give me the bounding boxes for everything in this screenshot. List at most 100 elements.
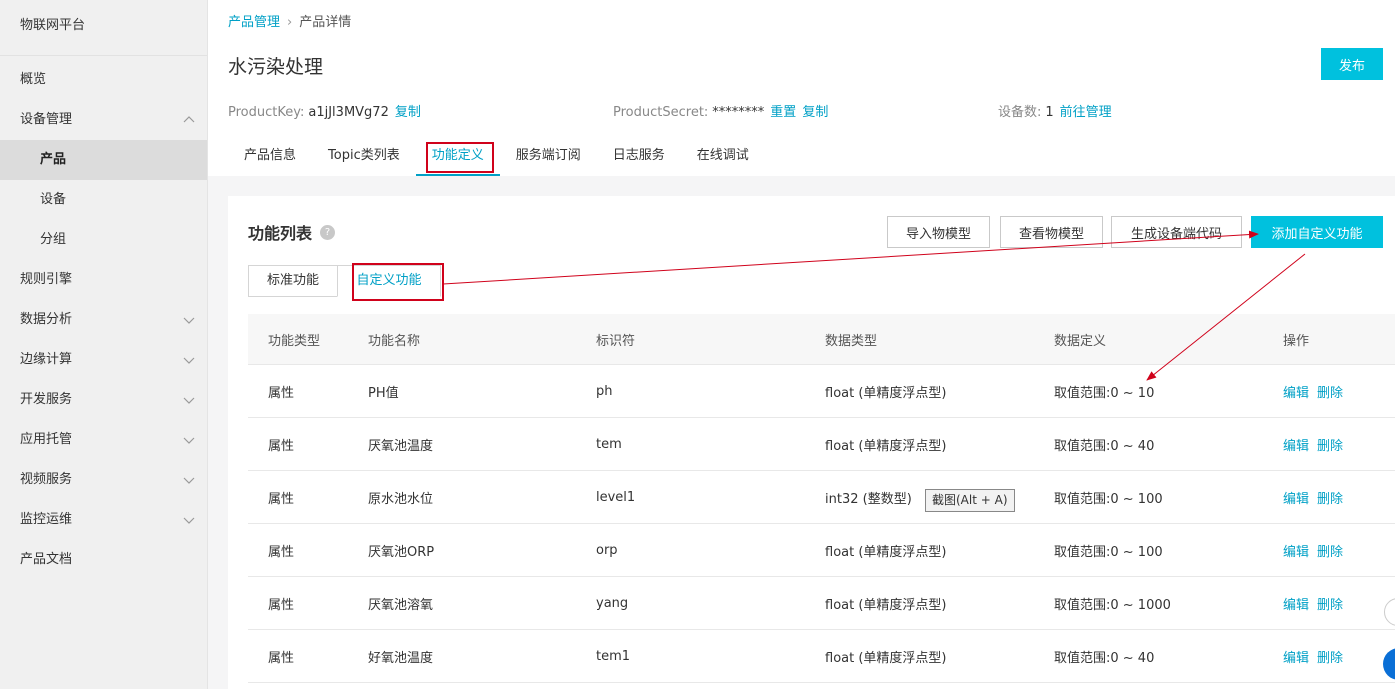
data-definition-cell: 取值范围:0 ~ 10 — [1054, 385, 1155, 401]
data-type-cell: float (单精度浮点型) — [825, 544, 947, 560]
product-key-value: a1jJl3MVg72 — [308, 105, 389, 120]
device-count-value: 1 — [1045, 105, 1054, 120]
product-secret-value: ******** — [712, 105, 765, 120]
edit-link[interactable]: 编辑 — [1283, 382, 1309, 401]
data-definition-cell: 取值范围:0 ~ 1000 — [1054, 597, 1171, 613]
sidebar-item-product[interactable]: 产品 — [0, 140, 207, 180]
actions-cell: 编辑 删除 — [1283, 630, 1351, 682]
publish-button[interactable]: 发布 — [1321, 48, 1383, 80]
feature-table: 功能类型 功能名称 标识符 数据类型 数据定义 操作 属性 PH值 ph flo… — [248, 314, 1395, 683]
generate-code-button[interactable]: 生成设备端代码 — [1111, 216, 1242, 248]
feature-name-cell: 好氧池温度 — [368, 650, 434, 666]
product-tabs: 产品信息 Topic类列表 功能定义 服务端订阅 日志服务 在线调试 — [228, 138, 765, 176]
feature-type-cell: 属性 — [268, 491, 295, 507]
sidebar-item-group[interactable]: 分组 — [0, 220, 207, 260]
sidebar-title: 物联网平台 — [0, 0, 207, 56]
sidebar-item-edge-computing[interactable]: 边缘计算 — [0, 340, 207, 380]
sidebar-item-label: 边缘计算 — [20, 352, 73, 367]
tab-product-info[interactable]: 产品信息 — [228, 138, 312, 176]
tab-custom-features[interactable]: 自定义功能 — [337, 263, 444, 301]
sidebar-item-data-analysis[interactable]: 数据分析 — [0, 300, 207, 340]
chevron-down-icon — [183, 357, 195, 364]
edit-link[interactable]: 编辑 — [1283, 541, 1309, 560]
delete-link[interactable]: 删除 — [1317, 647, 1343, 666]
sidebar-item-label: 开发服务 — [20, 392, 73, 407]
edit-link[interactable]: 编辑 — [1283, 594, 1309, 613]
manage-devices-link[interactable]: 前往管理 — [1060, 105, 1112, 120]
highlight-box — [425, 142, 494, 173]
feature-list-panel: 功能列表 ? 导入物模型 查看物模型 生成设备端代码 添加自定义功能 标准功能 … — [228, 196, 1395, 689]
identifier-cell: tem — [596, 436, 622, 452]
breadcrumb-separator-icon: › — [287, 15, 293, 30]
sidebar-item-video-services[interactable]: 视频服务 — [0, 460, 207, 500]
edit-link[interactable]: 编辑 — [1283, 488, 1309, 507]
sidebar-item-product-docs[interactable]: 产品文档 — [0, 540, 207, 580]
feature-type-cell: 属性 — [268, 385, 295, 401]
sidebar-item-monitoring[interactable]: 监控运维 — [0, 500, 207, 540]
sidebar-item-device-management[interactable]: 设备管理 — [0, 100, 207, 140]
sidebar-item-label: 视频服务 — [20, 472, 73, 487]
data-type-cell: float (单精度浮点型) — [825, 385, 947, 401]
sidebar-item-label: 分组 — [40, 232, 67, 247]
edit-link[interactable]: 编辑 — [1283, 647, 1309, 666]
feature-type-cell: 属性 — [268, 650, 295, 666]
chevron-down-icon — [183, 397, 195, 404]
sidebar-item-app-hosting[interactable]: 应用托管 — [0, 420, 207, 460]
column-header: 数据定义 — [1054, 333, 1107, 349]
data-definition-cell: 取值范围:0 ~ 100 — [1054, 491, 1163, 507]
data-type-cell: float (单精度浮点型) — [825, 438, 947, 454]
sidebar-item-label: 应用托管 — [20, 432, 73, 447]
tab-feature-definition[interactable]: 功能定义 — [415, 138, 500, 176]
actions-cell: 编辑 删除 — [1283, 365, 1351, 417]
edit-link[interactable]: 编辑 — [1283, 435, 1309, 454]
table-row: 属性 PH值 ph float (单精度浮点型) 取值范围:0 ~ 10 编辑删… — [248, 365, 1395, 418]
view-model-button[interactable]: 查看物模型 — [1000, 216, 1103, 248]
import-model-button[interactable]: 导入物模型 — [887, 216, 990, 248]
reset-secret-link[interactable]: 重置 — [770, 105, 796, 120]
tab-standard-features[interactable]: 标准功能 — [248, 265, 338, 297]
sidebar-item-rule-engine[interactable]: 规则引擎 — [0, 260, 207, 300]
product-key-label: ProductKey: — [228, 105, 305, 120]
sidebar-item-dev-services[interactable]: 开发服务 — [0, 380, 207, 420]
product-key-info: ProductKey: a1jJl3MVg72 复制 — [228, 101, 421, 120]
help-icon[interactable]: ? — [320, 225, 335, 240]
column-header: 操作 — [1283, 333, 1310, 349]
screenshot-tooltip: 截图(Alt + A) — [925, 489, 1015, 512]
feature-type-cell: 属性 — [268, 597, 295, 613]
sidebar-item-label: 产品文档 — [20, 552, 73, 567]
delete-link[interactable]: 删除 — [1317, 488, 1343, 507]
sidebar-item-overview[interactable]: 概览 — [0, 60, 207, 100]
tab-topic-list[interactable]: Topic类列表 — [312, 138, 416, 176]
chevron-down-icon — [183, 477, 195, 484]
feature-name-cell: PH值 — [368, 385, 399, 401]
data-type-cell: float (单精度浮点型) — [825, 650, 947, 666]
copy-secret-link[interactable]: 复制 — [802, 105, 828, 120]
breadcrumb: 产品管理 › 产品详情 — [228, 11, 351, 30]
sidebar: 物联网平台 概览 设备管理 产品 设备 分组 规则引擎 数据分析 边缘计算 开发… — [0, 0, 208, 689]
breadcrumb-product-management[interactable]: 产品管理 — [228, 15, 280, 30]
feature-type-cell: 属性 — [268, 544, 295, 560]
actions-cell: 编辑 删除 — [1283, 418, 1351, 470]
delete-link[interactable]: 删除 — [1317, 541, 1343, 560]
add-custom-feature-button[interactable]: 添加自定义功能 — [1251, 216, 1383, 248]
copy-product-key-link[interactable]: 复制 — [395, 105, 421, 120]
sidebar-item-device[interactable]: 设备 — [0, 180, 207, 220]
sidebar-item-label: 监控运维 — [20, 512, 73, 527]
tab-log-service[interactable]: 日志服务 — [597, 138, 681, 176]
table-row: 属性 厌氧池ORP orp float (单精度浮点型) 取值范围:0 ~ 10… — [248, 524, 1395, 577]
delete-link[interactable]: 删除 — [1317, 594, 1343, 613]
chevron-down-icon — [183, 437, 195, 444]
feature-name-cell: 厌氧池温度 — [368, 438, 434, 454]
delete-link[interactable]: 删除 — [1317, 435, 1343, 454]
product-header: 产品管理 › 产品详情 水污染处理 发布 ProductKey: a1jJl3MVg7… — [208, 0, 1395, 176]
tab-server-subscription[interactable]: 服务端订阅 — [500, 138, 597, 176]
sidebar-item-label: 产品 — [40, 152, 67, 167]
identifier-cell: yang — [596, 595, 629, 611]
tab-online-debug[interactable]: 在线调试 — [681, 138, 765, 176]
delete-link[interactable]: 删除 — [1317, 382, 1343, 401]
sidebar-item-label: 设备管理 — [20, 112, 73, 127]
identifier-cell: level1 — [596, 489, 636, 505]
actions-cell: 编辑 删除 — [1283, 577, 1351, 629]
actions-cell: 编辑 删除 — [1283, 524, 1351, 576]
column-header: 功能类型 — [268, 333, 321, 349]
